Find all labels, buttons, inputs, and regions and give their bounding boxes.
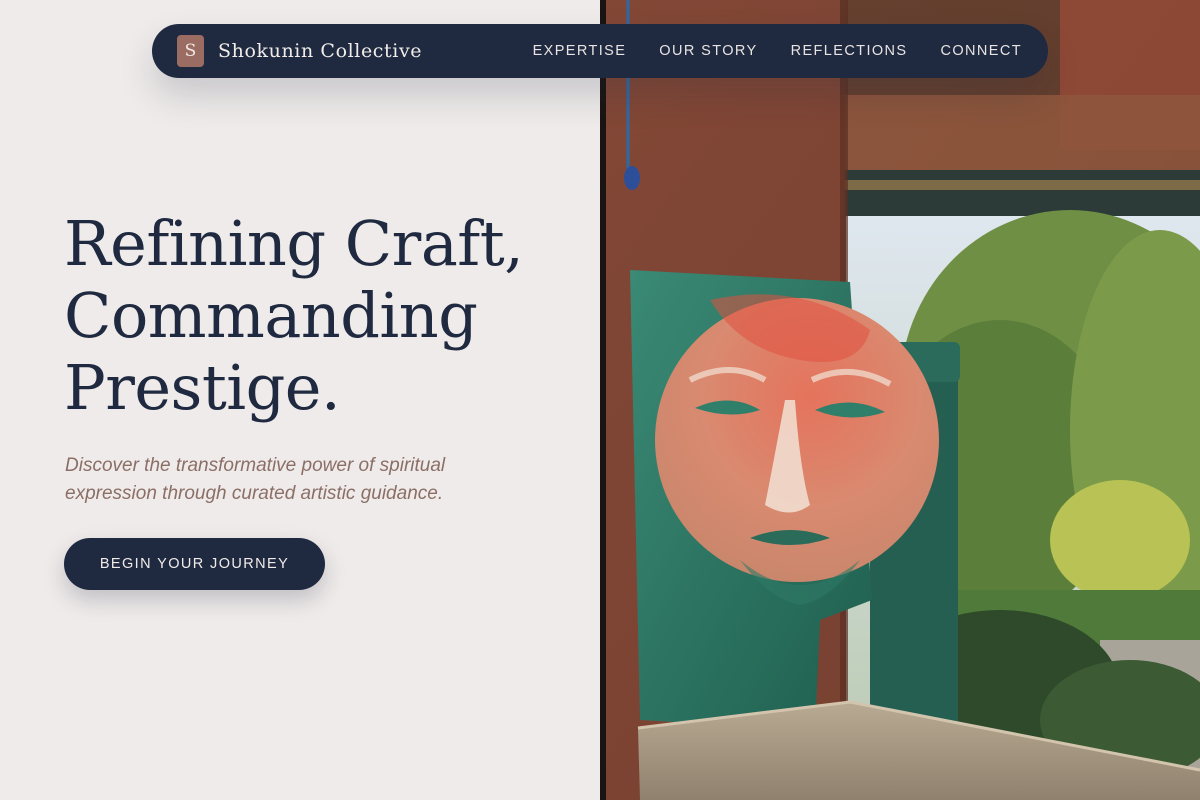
brand-name: Shokunin Collective (218, 40, 423, 62)
nav-item-connect: CONNECT (941, 42, 1023, 60)
hero-title-line-3: Prestige. (64, 351, 341, 424)
brand-mark-icon: S (177, 35, 204, 67)
nav-item-expertise: EXPERTISE (533, 42, 627, 60)
nav-link-our-story[interactable]: OUR STORY (659, 43, 757, 59)
hero-image (600, 0, 1200, 800)
begin-journey-button[interactable]: BEGIN YOUR JOURNEY (64, 538, 325, 590)
nav-links: EXPERTISE OUR STORY REFLECTIONS CONNECT (533, 42, 1022, 60)
hero-subtitle: Discover the transformative power of spi… (65, 455, 446, 504)
hero-title: Refining Craft, Commanding Prestige. (64, 208, 584, 424)
nav-item-our-story: OUR STORY (659, 42, 757, 60)
top-navigation-bar: S Shokunin Collective EXPERTISE OUR STOR… (152, 24, 1048, 78)
nav-item-reflections: REFLECTIONS (791, 42, 908, 60)
hero-title-line-1: Refining Craft, (64, 207, 524, 280)
nav-link-connect[interactable]: CONNECT (941, 43, 1023, 59)
hero-title-line-2: Commanding (64, 279, 478, 352)
nav-link-reflections[interactable]: REFLECTIONS (791, 43, 908, 59)
painted-face-artwork-image (600, 0, 1200, 800)
hero-section: Refining Craft, Commanding Prestige. Dis… (0, 0, 600, 800)
nav-link-expertise[interactable]: EXPERTISE (533, 43, 627, 59)
brand-logo[interactable]: S Shokunin Collective (177, 35, 422, 67)
